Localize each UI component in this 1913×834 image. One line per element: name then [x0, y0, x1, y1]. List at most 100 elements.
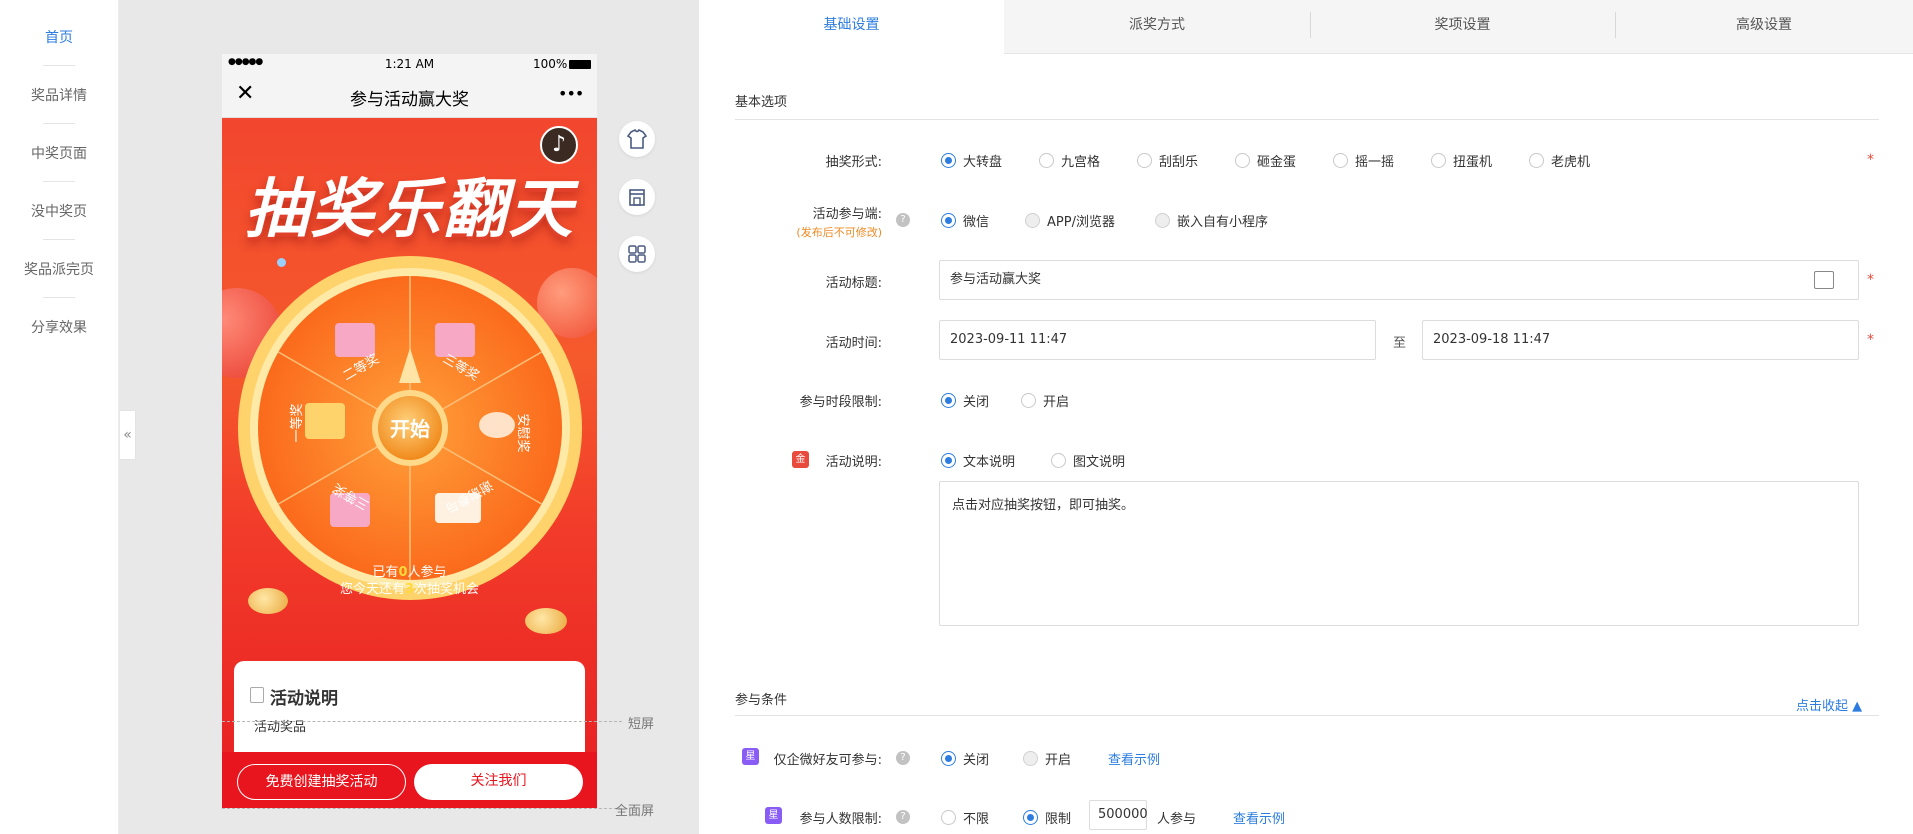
radio-circle[interactable] [1025, 213, 1040, 228]
wecom-example-link[interactable]: 查看示例 [1108, 749, 1160, 768]
grid-icon[interactable] [619, 236, 655, 272]
section-conditions: 参与条件 [735, 693, 788, 708]
settings-panel: 基础设置 派奖方式 奖项设置 高级设置 基本选项 抽奖形式: 大转盘 九宫格 刮… [699, 0, 1913, 834]
people-limit-example-link[interactable]: 查看示例 [1233, 808, 1285, 827]
help-icon[interactable]: ? [896, 751, 910, 765]
section-divider [735, 715, 1879, 716]
lottery-page: 抽奖乐翻天 ♪ 二等奖 三等奖 安慰奖 谢谢参与 三等奖 一等奖 开始 已有0人… [222, 118, 597, 808]
radio-scratch[interactable]: 刮刮乐 [1137, 151, 1198, 170]
nav-item-home[interactable]: 首页 [0, 27, 118, 47]
radio-circle[interactable] [1235, 153, 1250, 168]
people-limit-input[interactable]: 500000 [1089, 800, 1148, 830]
help-icon[interactable]: ? [896, 213, 910, 227]
radio-circle[interactable] [941, 213, 956, 228]
radio-circle[interactable] [1023, 810, 1038, 825]
tab-prize-settings[interactable]: 奖项设置 [1310, 0, 1615, 54]
shirt-icon[interactable] [619, 121, 655, 157]
short-screen-label: 短屏 [628, 717, 655, 732]
radio-circle[interactable] [1039, 153, 1054, 168]
radio-golden-egg[interactable]: 砸金蛋 [1235, 151, 1296, 170]
radio-circle[interactable] [941, 751, 956, 766]
radio-people-unlimited[interactable]: 不限 [941, 808, 989, 827]
activity-title-input[interactable]: 参与活动赢大奖 [939, 260, 1859, 300]
prize-wheel: 二等奖 三等奖 安慰奖 谢谢参与 三等奖 一等奖 开始 [238, 256, 582, 600]
radio-circle[interactable] [1137, 153, 1152, 168]
left-nav: 首页 奖品详情 中奖页面 没中奖页 奖品派完页 分享效果 [0, 0, 119, 834]
radio-shake[interactable]: 摇一摇 [1333, 151, 1394, 170]
nav-item-lose-page[interactable]: 没中奖页 [0, 201, 118, 221]
start-time-input[interactable]: 2023-09-11 11:47 [939, 320, 1376, 360]
time-separator: 至 [1393, 336, 1407, 351]
radio-text-description[interactable]: 文本说明 [941, 451, 1015, 470]
radio-slot-machine[interactable]: 老虎机 [1529, 151, 1590, 170]
radio-wheel[interactable]: 大转盘 [941, 151, 1002, 170]
battery-icon [569, 60, 591, 69]
radio-wecom-off[interactable]: 关闭 [941, 749, 989, 768]
radio-circle[interactable] [941, 810, 956, 825]
wecom-friend-label: 仅企微好友可参与: [773, 753, 882, 768]
nav-divider [43, 181, 75, 182]
radio-period-off[interactable]: 关闭 [941, 391, 989, 410]
more-icon[interactable]: ••• [558, 84, 584, 103]
radio-people-limited[interactable]: 限制 [1023, 808, 1071, 827]
radio-grid[interactable]: 九宫格 [1039, 151, 1100, 170]
chances-text: 您今天还有3次抽奖机会 [339, 582, 480, 597]
radio-rich-description[interactable]: 图文说明 [1051, 451, 1125, 470]
radio-circle[interactable] [1051, 453, 1066, 468]
people-limit-suffix: 人参与 [1157, 812, 1197, 827]
required-mark: * [1867, 272, 1874, 288]
create-lottery-button[interactable]: 免费创建抽奖活动 [237, 764, 406, 800]
nav-divider [43, 297, 75, 298]
radio-wecom-on[interactable]: 开启 [1023, 749, 1071, 768]
activity-title-label: 活动标题: [825, 276, 882, 291]
nav-item-out-of-prizes[interactable]: 奖品派完页 [0, 259, 118, 279]
short-screen-guide [222, 721, 622, 722]
desc-card-title: 活动说明 [270, 689, 338, 709]
music-icon[interactable]: ♪ [540, 126, 578, 164]
hero-title: 抽奖乐翻天 [244, 172, 575, 247]
prize-gift-icon [305, 403, 345, 439]
text-format-icon[interactable] [1814, 271, 1834, 289]
tab-prize-delivery[interactable]: 派奖方式 [1004, 0, 1310, 54]
follow-us-button[interactable]: 关注我们 [414, 764, 583, 800]
radio-circle[interactable] [1333, 153, 1348, 168]
nav-divider [43, 123, 75, 124]
nav-item-prize-detail[interactable]: 奖品详情 [0, 85, 118, 105]
draw-form-label: 抽奖形式: [825, 155, 882, 170]
radio-circle[interactable] [1023, 751, 1038, 766]
store-icon[interactable] [619, 179, 655, 215]
radio-mini-program[interactable]: 嵌入自有小程序 [1155, 211, 1268, 230]
settings-tabs: 基础设置 派奖方式 奖项设置 高级设置 [699, 0, 1913, 55]
radio-app-browser[interactable]: APP/浏览器 [1025, 211, 1115, 230]
document-icon [250, 687, 264, 703]
full-screen-label: 全面屏 [615, 804, 655, 819]
radio-period-on[interactable]: 开启 [1021, 391, 1069, 410]
prize-icon [479, 412, 515, 438]
nav-item-share-effect[interactable]: 分享效果 [0, 317, 118, 337]
collapse-link[interactable]: 点击收起 ▲ [1796, 695, 1862, 714]
radio-wechat[interactable]: 微信 [941, 211, 989, 230]
nav-item-win-page[interactable]: 中奖页面 [0, 143, 118, 163]
prize-gift-icon [435, 323, 475, 357]
desc-card-subtitle: 活动奖品 [254, 720, 307, 735]
radio-circle[interactable] [941, 153, 956, 168]
radio-circle[interactable] [941, 393, 956, 408]
tab-advanced-settings[interactable]: 高级设置 [1615, 0, 1913, 54]
help-icon[interactable]: ? [896, 810, 910, 824]
radio-gashapon[interactable]: 扭蛋机 [1431, 151, 1492, 170]
end-time-input[interactable]: 2023-09-18 11:47 [1422, 320, 1859, 360]
radio-circle[interactable] [1529, 153, 1544, 168]
collapse-sidebar-button[interactable]: « [120, 410, 136, 460]
radio-circle[interactable] [1431, 153, 1446, 168]
section-divider [735, 119, 1879, 120]
period-limit-label: 参与时段限制: [799, 395, 882, 410]
tab-basic-settings[interactable]: 基础设置 [699, 0, 1004, 55]
radio-circle[interactable] [1155, 213, 1170, 228]
radio-circle[interactable] [941, 453, 956, 468]
description-textarea[interactable]: 点击对应抽奖按钮，即可抽奖。 [939, 481, 1859, 626]
radio-circle[interactable] [1021, 393, 1036, 408]
decor-coin [525, 608, 567, 634]
start-button-label[interactable]: 开始 [390, 417, 430, 441]
description-label: 活动说明: [825, 455, 882, 470]
wheel-segment-label: 安慰奖 [515, 413, 530, 452]
